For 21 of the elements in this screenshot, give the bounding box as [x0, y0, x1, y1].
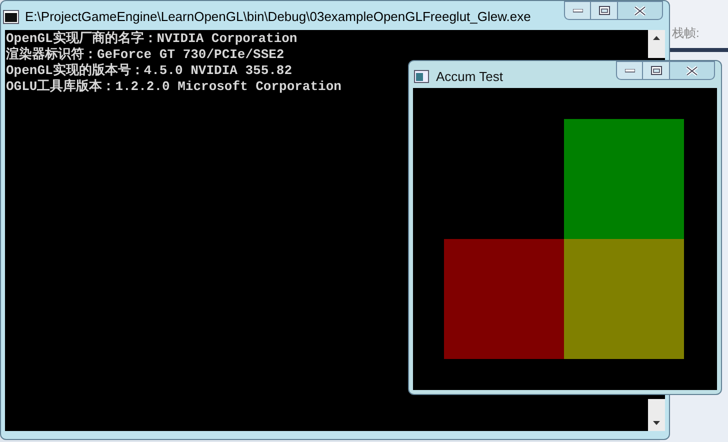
window-title: Accum Test — [436, 68, 503, 86]
maximize-button[interactable] — [591, 1, 617, 20]
console-icon — [3, 10, 19, 24]
close-icon — [634, 6, 646, 16]
console-line: OpenGL实现的版本号：4.5.0 NVIDIA 355.82 — [6, 63, 292, 78]
app-icon — [414, 70, 429, 84]
close-icon — [686, 66, 698, 76]
minimize-button[interactable] — [616, 61, 643, 80]
minimize-icon — [572, 8, 582, 12]
toolbar-label: 栈帧: — [672, 25, 700, 42]
minimize-icon — [624, 68, 634, 72]
window-title: E:\ProjectGameEngine\LearnOpenGL\bin\Debug\03exampleOpenGLFreeglut_Glew.exe — [25, 8, 531, 26]
minimize-button[interactable] — [564, 1, 591, 20]
maximize-icon — [650, 66, 662, 75]
close-button[interactable] — [669, 61, 715, 80]
console-line: OpenGL实现厂商的名字：NVIDIA Corporation — [6, 31, 298, 46]
maximize-icon — [598, 6, 610, 15]
console-line: OGLU工具库版本：1.2.2.0 Microsoft Corporation — [6, 79, 342, 95]
maximize-button[interactable] — [643, 61, 669, 80]
console-line: 渲染器标识符：GeForce GT 730/PCIe/SSE2 — [6, 47, 284, 62]
close-button[interactable] — [617, 1, 663, 20]
